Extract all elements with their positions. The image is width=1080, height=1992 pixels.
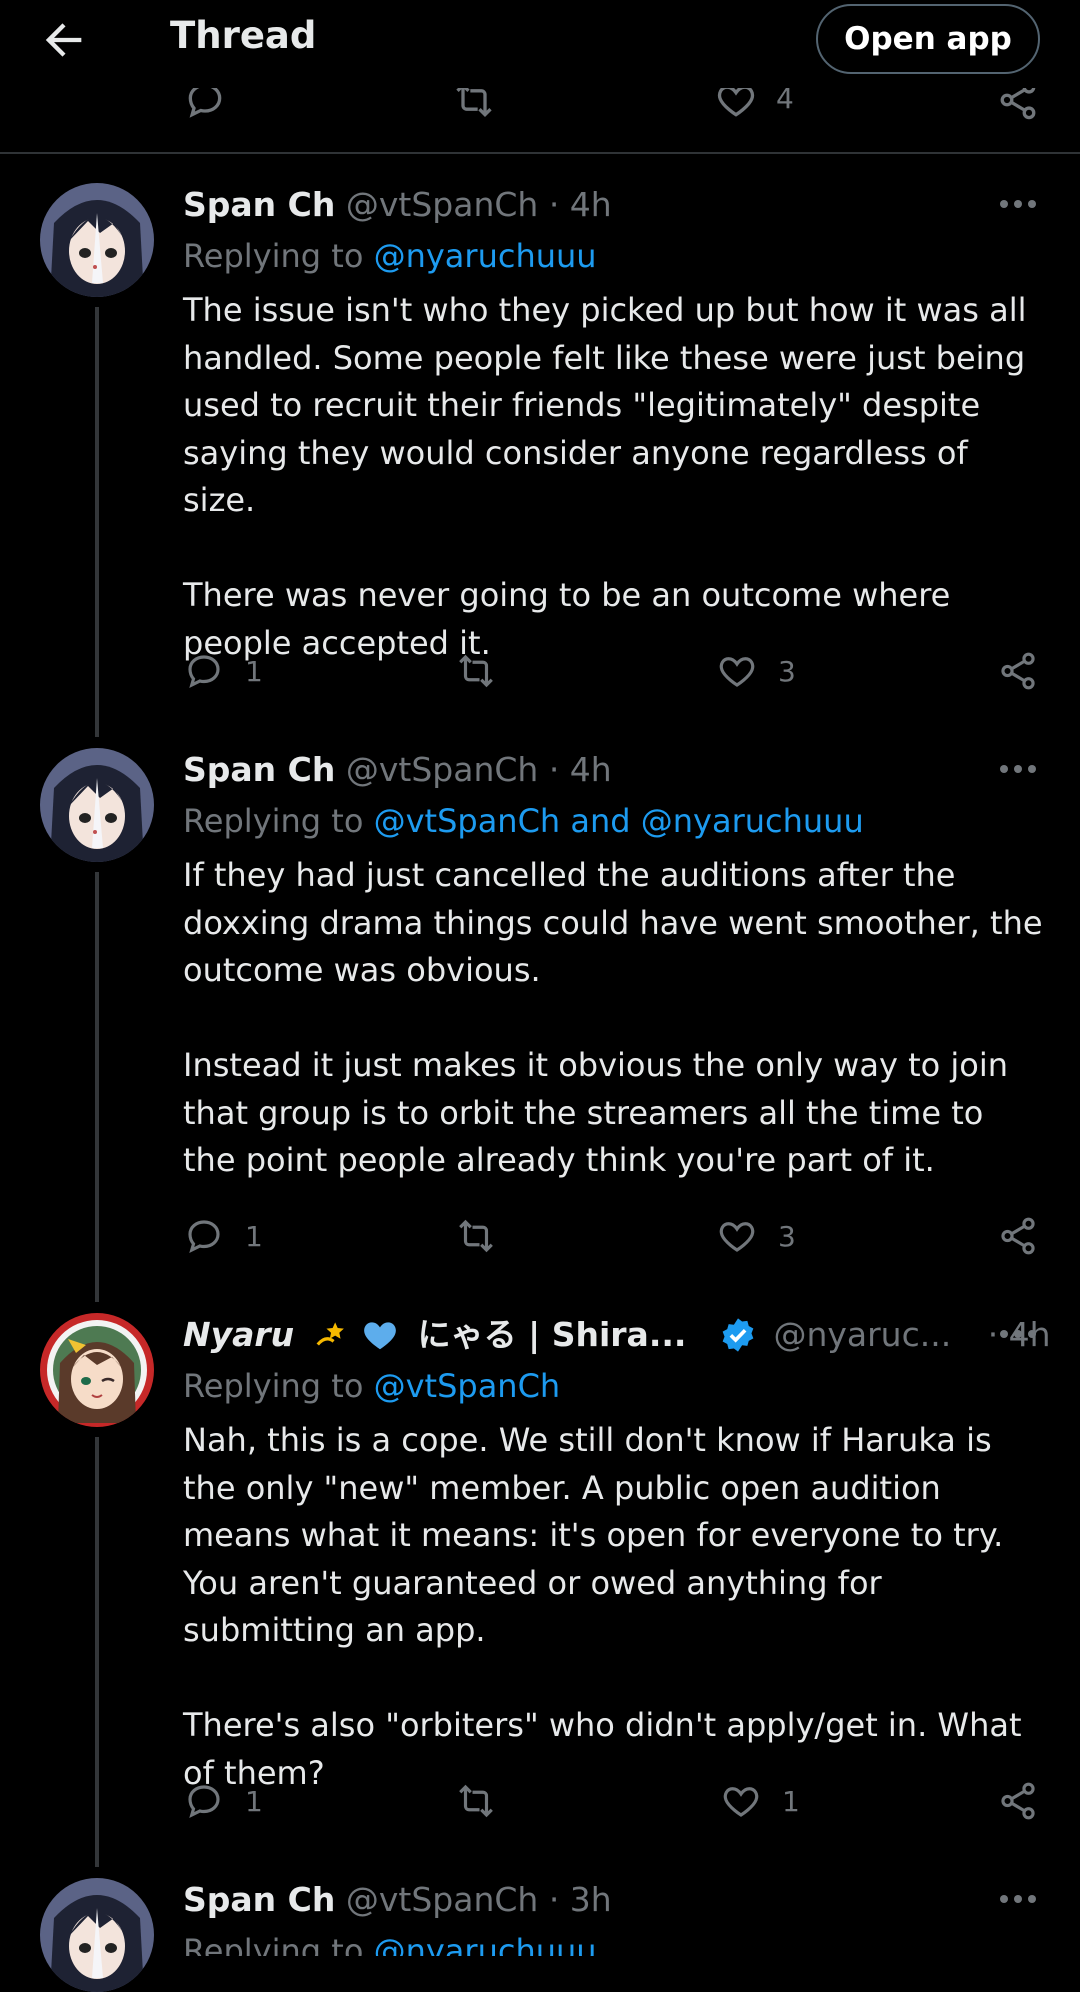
display-name[interactable]: Span Ch <box>183 750 335 789</box>
more-options-icon[interactable] <box>998 200 1038 212</box>
like-count: 1 <box>782 1784 800 1818</box>
like-icon <box>719 1222 755 1252</box>
top-bar: Thread Open app 4 <box>0 0 1080 154</box>
tweet-paragraph: If they had just cancelled the auditions… <box>183 856 1043 989</box>
share-icon <box>1001 1782 1035 1820</box>
timestamp[interactable]: · 3h <box>549 1880 612 1919</box>
replying-to: Replying to @nyaruchuuu <box>183 237 597 275</box>
mention-link[interactable]: @nyaruchuuu <box>374 237 597 275</box>
tweet-header: Nyaru にゃる | Shira... @nyaruc... · 4h <box>183 1313 1051 1357</box>
display-name-suffix[interactable]: にゃる | Shira... <box>418 1315 687 1354</box>
like-count: 3 <box>778 654 796 688</box>
display-name[interactable]: Nyaru <box>183 1315 294 1354</box>
reply-button[interactable]: 1 <box>183 1212 263 1260</box>
share-icon <box>1001 1217 1035 1255</box>
retweet-button[interactable] <box>455 647 497 695</box>
like-count: 4 <box>776 88 794 115</box>
more-options-icon[interactable] <box>998 765 1038 777</box>
retweet-icon[interactable] <box>452 88 496 122</box>
page-title: Thread <box>170 14 317 57</box>
tweet-paragraph: Nah, this is a cope. We still don't know… <box>183 1421 1004 1649</box>
replying-to: Replying to @nyaruchuuu <box>183 1929 597 1956</box>
tweet-header: Span Ch @vtSpanCh · 4h <box>183 183 612 227</box>
share-icon[interactable] <box>996 88 1040 122</box>
share-button[interactable] <box>997 647 1039 695</box>
like-icon <box>719 657 755 687</box>
like-count: 3 <box>778 1219 796 1253</box>
retweet-button[interactable] <box>455 1777 497 1825</box>
thread-line <box>95 1437 99 1867</box>
avatar[interactable] <box>40 748 154 862</box>
tweet-paragraph: The issue isn't who they picked up but h… <box>183 291 1027 519</box>
tweet-header: Span Ch @vtSpanCh · 3h <box>183 1878 612 1922</box>
replying-to: Replying to @vtSpanCh <box>183 1367 561 1405</box>
retweet-icon <box>459 654 493 688</box>
back-arrow-icon[interactable] <box>38 14 90 66</box>
like-button[interactable]: 1 <box>720 1777 800 1825</box>
share-icon <box>1001 652 1035 690</box>
reply-count: 1 <box>245 1784 263 1818</box>
tweet-header: Span Ch @vtSpanCh · 4h <box>183 748 612 792</box>
reply-count: 1 <box>245 654 263 688</box>
share-button[interactable] <box>997 1212 1039 1260</box>
tweet-actions: 1 3 <box>183 1212 1043 1260</box>
thread-line <box>95 872 99 1302</box>
share-button[interactable] <box>997 1777 1039 1825</box>
reply-icon <box>188 1785 220 1818</box>
thread-line <box>95 307 99 737</box>
blue-heart-emoji <box>364 1321 397 1349</box>
tweet-text: If they had just cancelled the auditions… <box>183 852 1043 1185</box>
reply-icon <box>188 655 220 688</box>
reply-button[interactable]: 1 <box>183 647 263 695</box>
like-icon <box>723 1787 759 1817</box>
display-name[interactable]: Span Ch <box>183 185 335 224</box>
reply-count: 1 <box>245 1219 263 1253</box>
more-options-icon[interactable] <box>998 1895 1038 1907</box>
reply-button[interactable]: 1 <box>183 1777 263 1825</box>
like-icon[interactable] <box>714 88 758 122</box>
handle[interactable]: @vtSpanCh <box>346 185 538 224</box>
avatar[interactable] <box>40 1313 154 1427</box>
handle[interactable]: @nyaruc... <box>773 1315 951 1354</box>
timestamp[interactable]: · 4h <box>549 750 612 789</box>
dizzy-star-emoji <box>316 1321 344 1346</box>
previous-tweet-actions: 4 <box>0 88 1080 128</box>
retweet-icon <box>459 1219 493 1253</box>
handle[interactable]: @vtSpanCh <box>346 1880 538 1919</box>
mention-link[interactable]: @vtSpanCh and @nyaruchuuu <box>374 802 864 840</box>
like-button[interactable]: 3 <box>716 1212 796 1260</box>
retweet-button[interactable] <box>455 1212 497 1260</box>
like-button[interactable]: 3 <box>716 647 796 695</box>
avatar[interactable] <box>40 183 154 297</box>
timestamp[interactable]: · 4h <box>549 185 612 224</box>
tweet-paragraph: Instead it just makes it obvious the onl… <box>183 1046 1008 1179</box>
handle[interactable]: @vtSpanCh <box>346 750 538 789</box>
mention-link[interactable]: @nyaruchuuu <box>374 1932 597 1956</box>
mention-link[interactable]: @vtSpanCh <box>374 1367 561 1405</box>
replying-to: Replying to @vtSpanCh and @nyaruchuuu <box>183 802 864 840</box>
tweet-text: The issue isn't who they picked up but h… <box>183 287 1043 667</box>
open-app-button[interactable]: Open app <box>816 4 1040 74</box>
verified-badge-icon <box>722 1317 754 1352</box>
tweet-actions: 1 3 <box>183 647 1043 695</box>
avatar[interactable] <box>40 1878 154 1992</box>
tweet-text: Nah, this is a cope. We still don't know… <box>183 1417 1043 1797</box>
more-options-icon[interactable] <box>998 1330 1038 1342</box>
reply-icon <box>188 1220 220 1253</box>
display-name[interactable]: Span Ch <box>183 1880 335 1919</box>
reply-icon[interactable] <box>183 88 227 122</box>
retweet-icon <box>459 1784 493 1818</box>
tweet-actions: 1 1 <box>183 1777 1043 1825</box>
